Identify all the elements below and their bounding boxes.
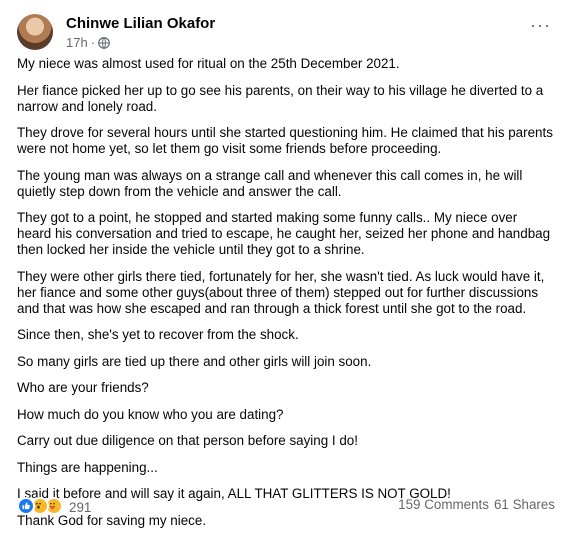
post-stats: 159 Comments 61 Shares xyxy=(398,497,555,512)
comments-count[interactable]: 159 Comments xyxy=(398,497,489,512)
author-name[interactable]: Chinwe Lilian Okafor xyxy=(66,15,215,32)
post-paragraph: Since then, she's yet to recover from th… xyxy=(17,327,299,342)
post-paragraph: They got to a point, he stopped and star… xyxy=(17,210,551,257)
reactions-count[interactable]: 291 xyxy=(69,500,91,515)
post-paragraph: Things are happening... xyxy=(17,459,158,475)
post-header: Chinwe Lilian Okafor 17h · ··· xyxy=(17,14,555,56)
meta-separator: · xyxy=(90,35,96,50)
post-paragraph: The young man was always on a strange ca… xyxy=(17,167,523,199)
post-paragraph: So many girls are tied up there and othe… xyxy=(17,353,372,369)
shares-count[interactable]: 61 Shares xyxy=(494,497,555,512)
post-body: My niece was almost used for ritual on t… xyxy=(17,56,553,539)
avatar[interactable] xyxy=(17,14,53,50)
post-paragraph: How much do you know who you are dating? xyxy=(17,406,284,422)
post-paragraph: Who are your friends? xyxy=(17,380,149,395)
reactions-summary[interactable]: 291 xyxy=(17,497,91,515)
post-paragraph: They were other girls there tied, fortun… xyxy=(17,268,545,316)
globe-icon[interactable] xyxy=(98,36,110,49)
timestamp[interactable]: 17h xyxy=(66,35,88,50)
facebook-post: Chinwe Lilian Okafor 17h · ··· My niece … xyxy=(0,0,569,528)
post-paragraph: They drove for several hours until she s… xyxy=(17,125,553,156)
more-options-icon[interactable]: ··· xyxy=(530,16,551,34)
post-paragraph: Her fiance picked her up to go see his p… xyxy=(17,82,544,114)
post-paragraph: My niece was almost used for ritual on t… xyxy=(17,56,400,71)
post-meta: 17h · xyxy=(66,35,110,50)
post-footer: 291 159 Comments 61 Shares xyxy=(17,496,555,518)
like-icon xyxy=(17,497,35,515)
post-paragraph: Carry out due diligence on that person b… xyxy=(17,433,358,448)
